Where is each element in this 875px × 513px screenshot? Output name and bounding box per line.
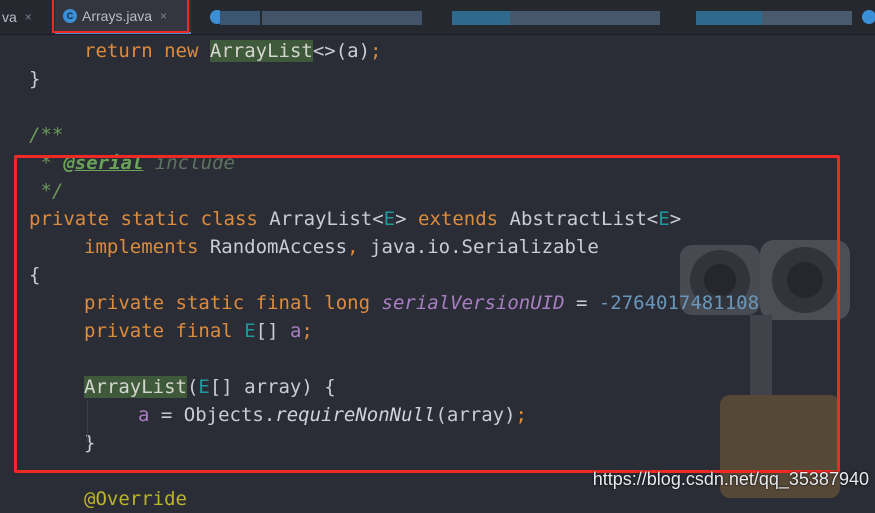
tab-previous-label: va (2, 9, 17, 25)
blurred-tab[interactable] (510, 11, 660, 25)
blurred-tab[interactable] (452, 11, 510, 25)
tab-previous-file[interactable]: va × (0, 0, 32, 34)
blurred-tab[interactable] (220, 11, 260, 25)
blurred-tab[interactable] (696, 11, 762, 25)
code-text: <>(a) (312, 40, 371, 62)
comment-line: /** (29, 124, 64, 146)
code-highlight-box (14, 155, 840, 473)
code-line: return new ArrayList<>(a); (84, 37, 381, 65)
annotation: @Override (84, 488, 187, 510)
blurred-tab[interactable] (262, 11, 422, 25)
java-class-icon[interactable] (862, 10, 875, 24)
blurred-tab[interactable] (762, 11, 852, 25)
watermark-text: https://blog.csdn.net/qq_35387940 (592, 469, 869, 489)
semicolon: ; (370, 40, 382, 62)
class-name-highlighted: ArrayList (209, 40, 313, 62)
close-icon[interactable]: × (25, 10, 32, 24)
keyword: return (84, 40, 153, 62)
editor-tab-bar: va × C Arrays.java × (0, 0, 875, 35)
keyword: new (164, 40, 199, 62)
tab-highlight-box (52, 0, 189, 33)
code-line: } (29, 68, 41, 90)
